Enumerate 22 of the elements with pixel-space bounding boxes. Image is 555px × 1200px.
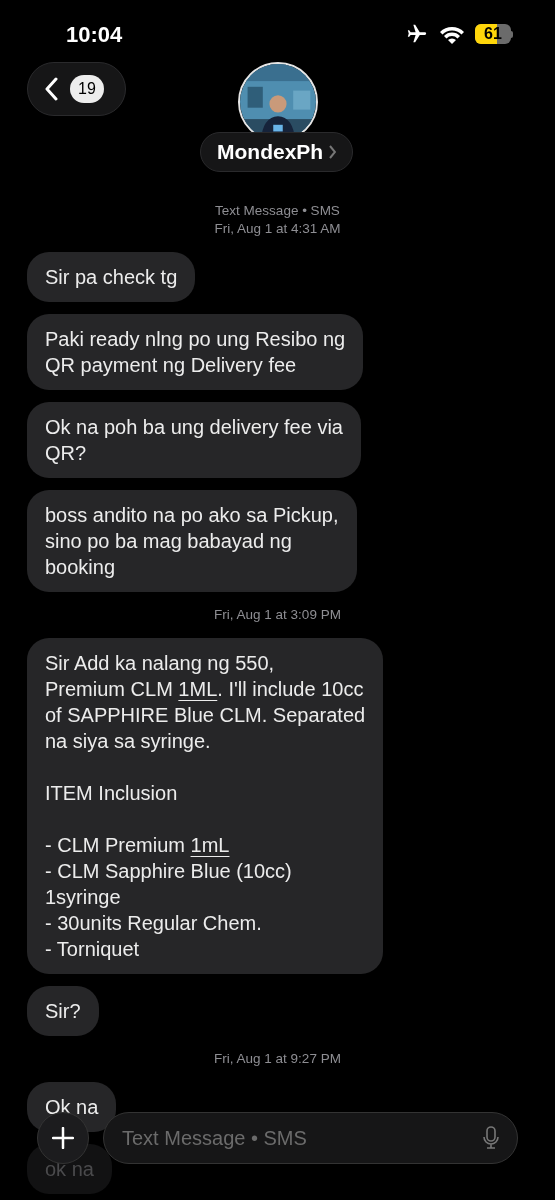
airplane-icon bbox=[405, 23, 429, 45]
timestamp: Fri, Aug 1 at 3:09 PM bbox=[214, 606, 341, 624]
message-bubble: Paki ready nlng po ung Resibo ng QR payment ng Delivery fee bbox=[27, 314, 364, 390]
microphone-icon[interactable] bbox=[483, 1126, 499, 1150]
back-chevron-icon bbox=[44, 77, 58, 101]
clock: 10:04 bbox=[66, 20, 123, 49]
message-bubble: boss andito na po ako sa Pickup, sino po ba mag babayad ng booking bbox=[27, 490, 357, 592]
message-input-field[interactable]: Text Message • SMS bbox=[103, 1112, 518, 1164]
timestamp: Fri, Aug 1 at 9:27 PM bbox=[214, 1050, 341, 1068]
contact-name-button[interactable]: MondexPh bbox=[200, 132, 354, 172]
message-bubble: Sir Add ka nalang ng 550, Premium CLM 1ML. I'll include 10cc of SAPPHIRE Blue CLM. Separated na siya sa syringe. ITEM Inclusion - CLM Premium 1mL - CLM Sapphire Blue (10cc) 1syringe - 30units Regular Chem. - Torniquet bbox=[27, 638, 384, 974]
message-bubble: Ok na poh ba ung delivery fee via QR? bbox=[27, 402, 361, 478]
back-button[interactable]: 19 bbox=[27, 62, 126, 116]
chevron-right-icon bbox=[329, 145, 337, 159]
plus-icon bbox=[52, 1127, 74, 1149]
timestamp: Text Message • SMS bbox=[215, 202, 340, 220]
message-bubble: Sir pa check tg bbox=[27, 252, 196, 302]
timestamp: Fri, Aug 1 at 4:31 AM bbox=[214, 220, 341, 238]
message-input[interactable]: Text Message • SMS bbox=[122, 1123, 483, 1153]
unread-count: 19 bbox=[70, 75, 104, 103]
message-bubble: Sir? bbox=[27, 986, 99, 1036]
wifi-icon bbox=[439, 24, 465, 44]
